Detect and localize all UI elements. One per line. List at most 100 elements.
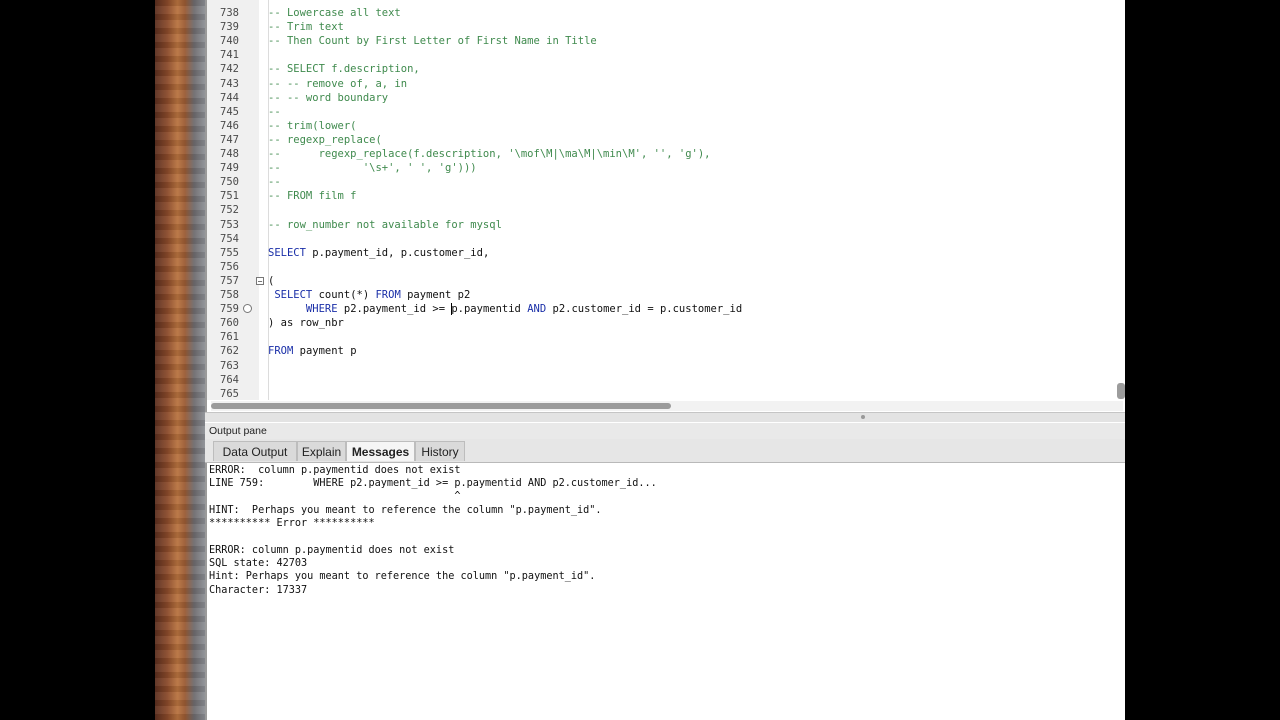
line-number: 745 [220, 105, 239, 118]
editor-line[interactable]: 744 -- -- word boundary [207, 91, 1117, 105]
editor-line[interactable]: 746 -- trim(lower( [207, 119, 1117, 133]
editor-line[interactable]: 763 [207, 359, 1117, 373]
message-line: ^ [209, 491, 461, 502]
line-number: 758 [220, 289, 239, 301]
splitter-grip[interactable] [861, 415, 865, 419]
line-number: 749 [220, 162, 239, 175]
code-token: ) as row_nbr [268, 317, 344, 330]
editor-line[interactable]: 740 -- Then Count by First Letter of Firs… [207, 34, 1117, 48]
desktop-wallpaper [155, 0, 205, 720]
code-text: -- -- remove of, a, in [268, 77, 407, 91]
marker-circle-icon[interactable] [243, 304, 252, 314]
code-token: p.payment_id, p.customer_id, [305, 246, 490, 259]
line-number: 753 [220, 218, 239, 231]
editor-line[interactable]: 761 [207, 330, 1117, 344]
code-token: -- [268, 176, 281, 189]
line-number: 760 [220, 317, 239, 330]
editor-line[interactable]: 750 -- [207, 175, 1117, 189]
code-text: FROM payment p [268, 344, 357, 358]
code-token: FROM [268, 345, 294, 358]
pane-splitter[interactable] [205, 412, 1125, 422]
line-number: 761 [220, 331, 239, 344]
code-token: WHERE [268, 303, 338, 316]
editor-line[interactable]: 739 -- Trim text [207, 20, 1117, 34]
code-text: -- Lowercase all text [268, 6, 401, 20]
editor-line[interactable]: 755 SELECT p.payment_id, p.customer_id, [207, 246, 1117, 260]
code-text: -- regexp_replace(f.description, '\mof\M… [268, 147, 711, 161]
editor-vertical-scrollbar[interactable] [1117, 383, 1125, 399]
editor-line[interactable]: 748 -- regexp_replace(f.description, '\mo… [207, 147, 1117, 161]
editor-line[interactable]: 760 ) as row_nbr [207, 316, 1117, 330]
line-number: 757 [220, 274, 239, 287]
code-text: -- trim(lower( [268, 119, 357, 133]
code-token: SELECT [268, 246, 306, 259]
line-number: 746 [220, 119, 239, 132]
code-token: p.paymentid [451, 303, 528, 316]
editor-line[interactable]: 749 -- '\s+', ' ', 'g'))) [207, 161, 1117, 175]
message-line: Character: 17337 [209, 585, 308, 596]
tab-history[interactable]: History [415, 441, 465, 461]
line-number: 747 [220, 133, 239, 146]
editor-line[interactable]: 743 -- -- remove of, a, in [207, 77, 1117, 91]
code-token: FROM [375, 289, 401, 301]
code-token: -- regexp_replace(f.description, '\mof\M… [268, 148, 711, 160]
editor-line[interactable]: 742 -- SELECT f.description, [207, 62, 1117, 76]
editor-line[interactable]: 738 -- Lowercase all text [207, 6, 1117, 20]
line-number: 762 [220, 345, 239, 358]
tab-messages[interactable]: Messages [346, 441, 415, 461]
code-text: SELECT count(*) FROM payment p2 [268, 288, 470, 302]
code-text: WHERE p2.payment_id >= p.paymentid AND p… [268, 302, 742, 316]
line-number: 765 [220, 387, 239, 400]
code-token: -- SELECT f.description, [268, 63, 420, 76]
editor-line[interactable]: 754 [207, 232, 1117, 246]
editor-line[interactable]: 762 FROM payment p [207, 344, 1117, 358]
code-token: -- row_number not available for mysql [268, 218, 502, 231]
editor-line[interactable]: 752 [207, 203, 1117, 217]
code-token: -- Trim text [268, 21, 344, 34]
line-number: 750 [220, 176, 239, 189]
editor-line[interactable]: 747 -- regexp_replace( [207, 133, 1117, 147]
code-text: -- row_number not available for mysql [268, 218, 502, 232]
sql-editor[interactable]: 738 -- Lowercase all text 739 -- Trim text 7… [205, 0, 1125, 412]
tab-explain[interactable]: Explain [297, 441, 346, 461]
line-number: 763 [220, 359, 239, 372]
line-number: 756 [220, 260, 239, 273]
editor-line[interactable]: 753 -- row_number not available for mysql [207, 218, 1117, 232]
code-text: ( [268, 274, 274, 288]
editor-line[interactable]: 758 SELECT count(*) FROM payment p2 [207, 288, 1117, 302]
editor-horizontal-scrollbar[interactable] [211, 403, 671, 409]
message-line: ERROR: column p.paymentid does not exist [209, 545, 455, 556]
line-number: 743 [220, 77, 239, 90]
code-text: -- Trim text [268, 20, 344, 34]
editor-line[interactable]: 764 [207, 373, 1117, 387]
message-line: HINT: Perhaps you meant to reference the… [209, 505, 602, 516]
pgadmin-query-window: 738 -- Lowercase all text 739 -- Trim text 7… [205, 0, 1125, 720]
messages-panel[interactable]: ERROR: column p.paymentid does not exist… [205, 463, 1125, 720]
code-token: -- -- remove of, a, in [268, 77, 408, 90]
code-text: -- '\s+', ' ', 'g'))) [268, 161, 477, 175]
letterbox-left [0, 0, 155, 720]
code-token: p2.customer_id = p.customer_id [546, 303, 743, 316]
fold-collapse-icon[interactable]: − [256, 276, 264, 285]
code-token: payment p [293, 345, 357, 358]
editor-line[interactable]: 756 [207, 260, 1117, 274]
code-token: ( [268, 274, 275, 287]
tab-data-output[interactable]: Data Output [213, 441, 297, 461]
message-line: SQL state: 42703 [209, 558, 308, 569]
editor-line[interactable]: 757 −( [207, 274, 1117, 288]
output-tab-bar: Data Output Explain Messages History [205, 439, 1125, 463]
line-number: 744 [220, 91, 239, 104]
code-text: SELECT p.payment_id, p.customer_id, [268, 246, 489, 260]
message-line: ERROR: column p.paymentid does not exist [209, 465, 461, 476]
editor-line[interactable]: 741 [207, 48, 1117, 62]
line-number: 764 [220, 373, 239, 386]
editor-line[interactable]: 759 WHERE p2.payment_id >= p.paymentid A… [207, 302, 1117, 316]
editor-line[interactable]: 745 -- [207, 105, 1117, 119]
code-token: -- -- word boundary [268, 91, 389, 104]
editor-line[interactable]: 751 -- FROM film f [207, 189, 1117, 203]
code-text: -- [268, 175, 281, 189]
editor-line[interactable]: 765 [207, 387, 1117, 401]
message-line: LINE 759: WHERE p2.payment_id >= p.payme… [209, 478, 657, 489]
code-text: -- -- word boundary [268, 91, 388, 105]
line-number: 754 [220, 232, 239, 245]
